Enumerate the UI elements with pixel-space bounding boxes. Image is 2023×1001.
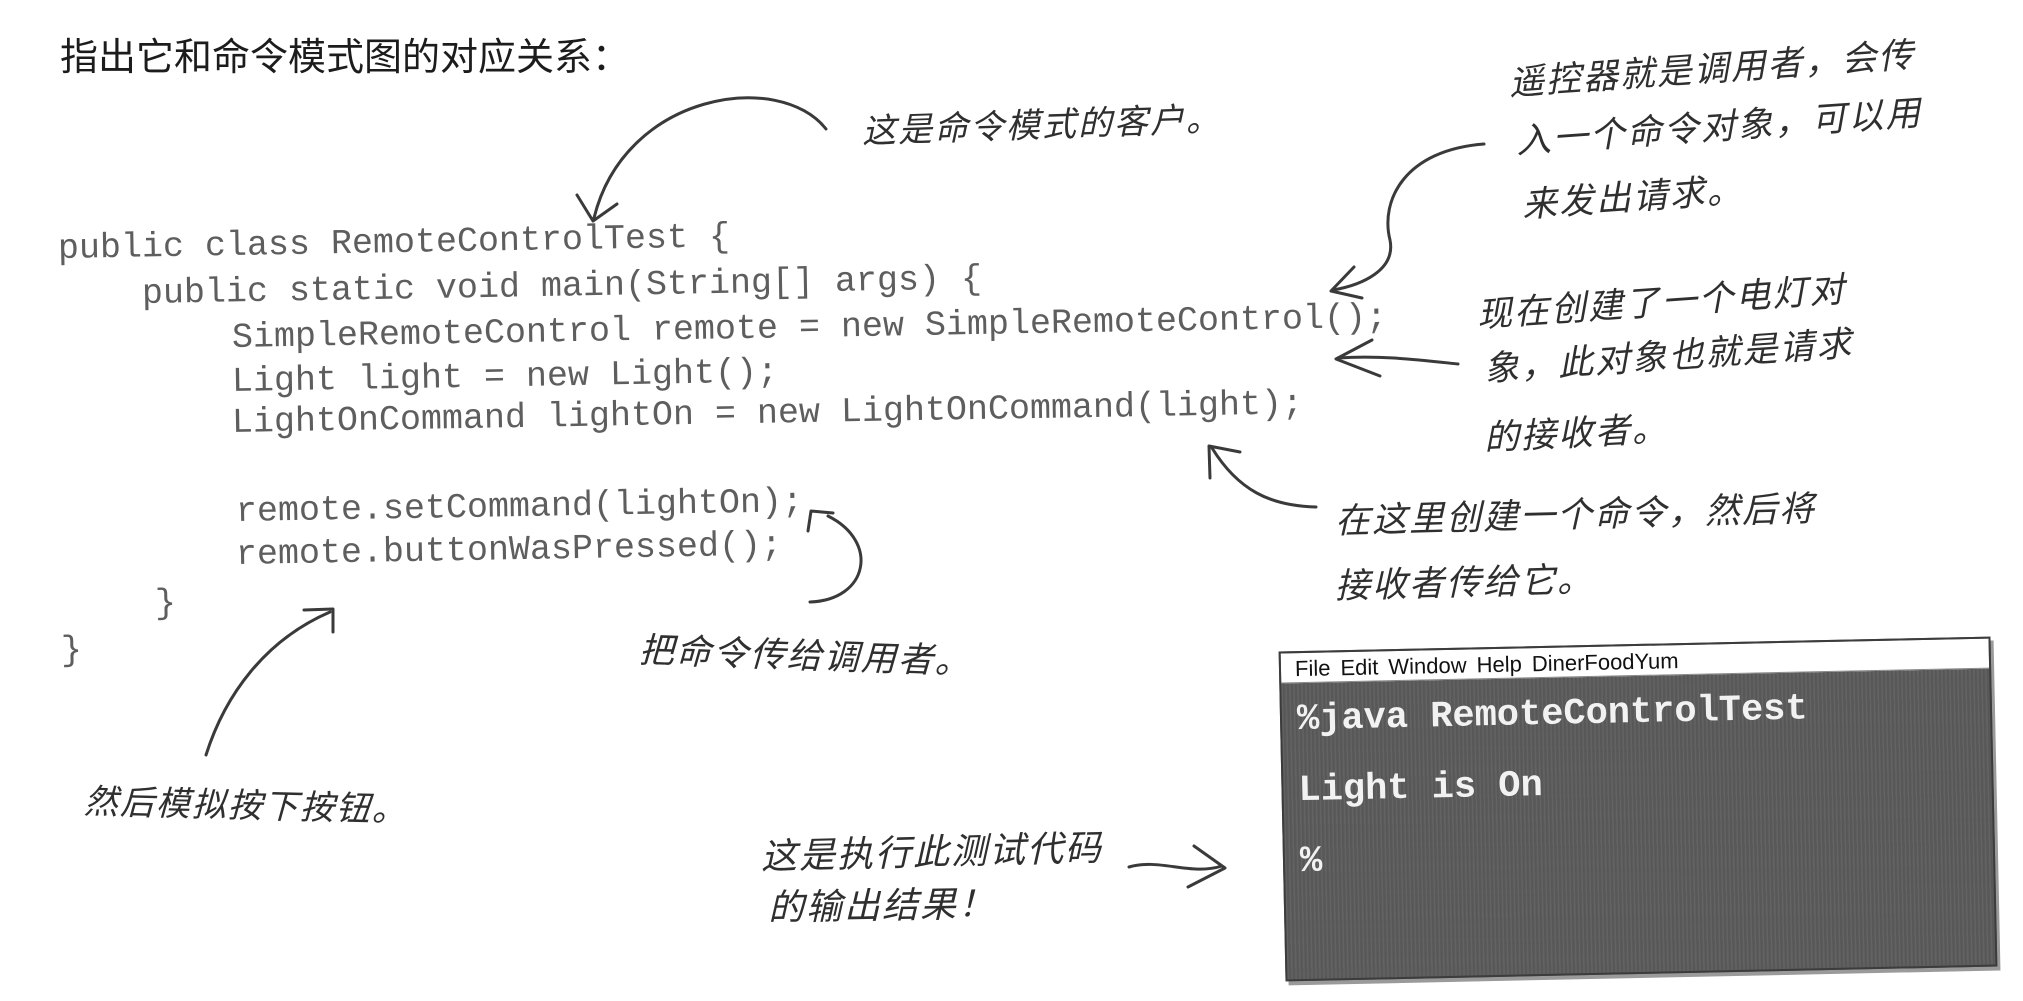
arrow-command-head bbox=[1207, 444, 1242, 480]
annotation-invoker-line: 入一个命令对象，可以用 bbox=[1514, 93, 1924, 162]
annotation-receiver-line: 现在创建了一个电灯对 bbox=[1475, 270, 1848, 336]
annotation-invoker-line: 遥控器就是调用者，会传 bbox=[1507, 35, 1917, 104]
arrow-pass-command bbox=[806, 509, 863, 604]
menu-window[interactable]: Window bbox=[1388, 653, 1467, 681]
annotation-receiver-line: 象，此对象也就是请求 bbox=[1482, 324, 1855, 390]
arrow-output-shaft bbox=[1127, 862, 1224, 871]
arrow-receiver-head bbox=[1334, 338, 1382, 378]
arrow-command bbox=[1207, 444, 1318, 509]
arrow-receiver bbox=[1334, 338, 1460, 378]
arrow-pass-command-shaft bbox=[808, 514, 863, 604]
arrow-output-head bbox=[1186, 844, 1227, 889]
arrow-invoker bbox=[1329, 142, 1486, 300]
arrow-press-button bbox=[204, 607, 335, 757]
annotation-output-line: 这是执行此测试代码 bbox=[760, 828, 1104, 878]
arrow-pass-command-head bbox=[806, 509, 835, 533]
code-line: public static void main(String[] args) { bbox=[141, 259, 983, 314]
annotation-pass-command: 把命令传给调用者。 bbox=[638, 631, 973, 683]
annotation-command-line: 接收者传给它。 bbox=[1334, 560, 1595, 607]
code-line: remote.buttonWasPressed(); bbox=[235, 525, 783, 575]
terminal-output: %java RemoteControlTest Light is On % bbox=[1281, 669, 1993, 899]
arrow-client bbox=[575, 96, 828, 223]
page-heading: 指出它和命令模式图的对应关系： bbox=[60, 35, 631, 79]
annotation-receiver-line: 的接收者。 bbox=[1482, 409, 1670, 459]
annotation-output-line: 的输出结果！ bbox=[767, 884, 997, 929]
arrow-output bbox=[1127, 844, 1227, 889]
arrow-press-button-head bbox=[302, 607, 335, 634]
menu-file[interactable]: File bbox=[1295, 655, 1331, 682]
arrow-receiver-shaft bbox=[1336, 355, 1460, 366]
menu-dinerfoodyum[interactable]: DinerFoodYum bbox=[1532, 648, 1679, 677]
arrow-press-button-shaft bbox=[204, 610, 332, 757]
terminal-window[interactable]: File Edit Window Help DinerFoodYum %java… bbox=[1278, 636, 1998, 982]
code-line: public class RemoteControlTest { bbox=[57, 217, 731, 269]
arrow-invoker-shaft bbox=[1331, 142, 1486, 292]
code-line: } bbox=[154, 583, 177, 624]
code-line: remote.setCommand(lightOn); bbox=[235, 482, 804, 532]
annotation-command-line: 在这里创建一个命令，然后将 bbox=[1334, 489, 1817, 542]
terminal-prompt: % bbox=[1299, 840, 1323, 884]
menu-edit[interactable]: Edit bbox=[1340, 654, 1378, 681]
arrow-command-shaft bbox=[1210, 446, 1318, 509]
arrow-client-head bbox=[575, 193, 619, 223]
menu-help[interactable]: Help bbox=[1476, 651, 1522, 678]
annotation-press-button: 然后模拟按下按钮。 bbox=[83, 782, 409, 831]
code-line: } bbox=[60, 630, 83, 671]
arrow-invoker-head bbox=[1329, 265, 1364, 300]
annotation-client: 这是命令模式的客户。 bbox=[861, 99, 1223, 152]
arrow-client-shaft bbox=[592, 96, 828, 220]
annotation-invoker-line: 来发出请求。 bbox=[1520, 170, 1745, 226]
